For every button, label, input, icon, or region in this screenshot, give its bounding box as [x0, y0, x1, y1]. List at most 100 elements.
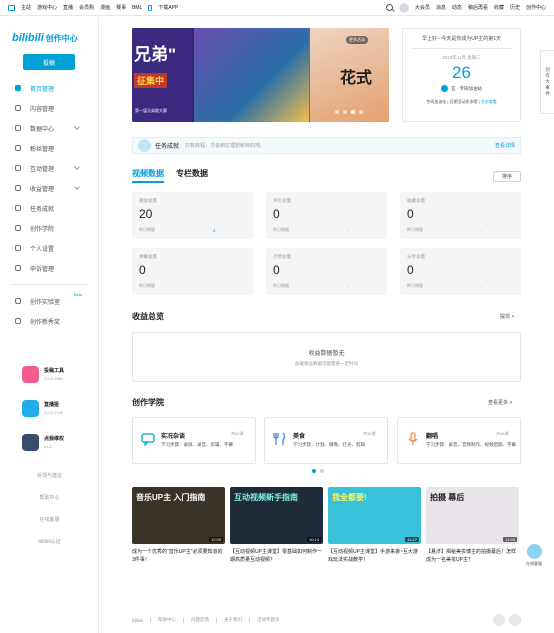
video-title[interactable]: 【互动视频UP主课堂】手游来袭~互大游戏玩法实战教学！ [328, 548, 421, 564]
sidebar-item-newcomer[interactable]: 创作新秀奖 [0, 311, 99, 331]
nav-shop[interactable]: 会员购 [79, 4, 94, 11]
nav-creator-center[interactable]: 创作中心 [526, 4, 546, 11]
feedback-link[interactable]: 反馈与建议 [0, 464, 99, 486]
weibo-icon[interactable] [493, 614, 505, 626]
nav-game-center[interactable]: 游戏中心 [37, 4, 57, 11]
banner-more-button[interactable]: 更多活动 [346, 36, 368, 44]
app-upload-tool[interactable]: 投稿工具 2.0.0.1054 [0, 357, 99, 391]
nav-bml[interactable]: BML [132, 5, 142, 11]
banner-dot[interactable] [343, 110, 347, 114]
nav-favorites[interactable]: 收藏 [494, 4, 504, 11]
stat-label: 点赞总量 [273, 254, 291, 259]
video-card[interactable]: 拍摄 幕后 11:58 【悬济】揭秘美妆博主的拍摄幕后！怎样成为一名美妆UP主？ [426, 487, 519, 564]
video-card[interactable]: 互动视频新手指南 10:14 【互动视频UP主课堂】零基础如何制作一期高质量互动… [230, 487, 323, 564]
achievement-link[interactable]: 查看详情 [495, 142, 515, 149]
nav-watch-later[interactable]: 稿后再看 [468, 4, 488, 11]
footer-link[interactable]: bilibili [132, 618, 143, 623]
banner-caption: 第一届兄弟剧大赛 [135, 108, 167, 113]
course-card[interactable]: 美食 共58课 学习步骤：计划、摄像、灯光、剪辑 [264, 417, 388, 464]
sidebar-item-academy[interactable]: 创作学院 [0, 218, 99, 238]
video-title[interactable]: 成为一个优秀的"音乐UP主"必须要知道的3件事！ [132, 548, 225, 564]
sidebar-item-settings[interactable]: 个人设置 [0, 238, 99, 258]
sidebar-item-lab[interactable]: 创作实验室 Beta [0, 291, 99, 311]
video-thumbnail[interactable]: 拍摄 幕后 11:58 [426, 487, 519, 544]
stat-delta: - [213, 284, 215, 289]
activity-banner[interactable]: 兄弟" 征集中 第一届兄弟剧大赛 花式 更多活动 [132, 28, 389, 122]
video-title[interactable]: 【互动视频UP主课堂】零基础如何制作一期高质量互动视频？ [230, 548, 323, 564]
footer-link[interactable]: 问题反馈 [191, 617, 209, 623]
user-avatar[interactable] [398, 2, 409, 13]
stat-yesterday: 昨日增量 [273, 227, 289, 232]
footer-link[interactable]: 帮助中心 [158, 617, 176, 623]
video-thumbnail[interactable]: 我全都要! 11:27 [328, 487, 421, 544]
app-list: 投稿工具 2.0.0.1054 直播姬 2.0.0.2149 点我维权 v1.0 [0, 357, 99, 459]
banner-dot-active[interactable] [351, 110, 355, 114]
academy-dot[interactable] [320, 469, 324, 473]
video-thumbnail[interactable]: 互动视频新手指南 10:14 [230, 487, 323, 544]
award-icon [15, 318, 21, 324]
online-service-link[interactable]: 在线客服 [0, 508, 99, 530]
income-withdraw-link[interactable]: 提现 > [500, 313, 514, 320]
sidebar-item-tasks[interactable]: 任务成就 [0, 198, 99, 218]
nav-dynamics[interactable]: 动态 [452, 4, 462, 11]
income-empty-text: 收益数据暂无 [308, 351, 345, 357]
certification-link[interactable]: bilibili认证 [0, 530, 99, 552]
content-icon [15, 105, 21, 111]
upload-button[interactable]: 投稿 [23, 54, 75, 70]
app-copyright[interactable]: 点我维权 v1.0 [0, 425, 99, 459]
sidebar-item-interaction[interactable]: 互动管理 [0, 158, 99, 178]
course-card[interactable]: 翻唱 共65课 学习步骤：录音、音频制作、视频后期、字幕 [397, 417, 521, 464]
floating-customer-service[interactable]: 在线客服 [521, 544, 547, 567]
stat-delta: - [481, 228, 483, 233]
nav-vip[interactable]: 大会员 [415, 4, 430, 11]
stat-value: 0 [139, 263, 146, 277]
data-icon [15, 125, 21, 131]
nav-history[interactable]: 历史 [510, 4, 520, 11]
sidebar-item-content[interactable]: 内容管理 [0, 98, 99, 118]
search-icon[interactable] [385, 4, 393, 11]
sidebar-item-income[interactable]: 收益管理 [0, 178, 99, 198]
video-card[interactable]: 我全都要! 11:27 【互动视频UP主课堂】手游来袭~互大游戏玩法实战教学！ [328, 487, 421, 564]
footer-link[interactable]: 活动专题页 [257, 617, 280, 623]
sidebar-item-fans[interactable]: 粉丝管理 [0, 138, 99, 158]
course-card[interactable]: 实况杂谈 共63课 学习步骤：录屏、录音、剪辑、字幕 [132, 417, 256, 464]
footer-link[interactable]: 关于我们 [224, 617, 242, 623]
sidebar-item-label: 任务成就 [30, 206, 55, 213]
video-title[interactable]: 【悬济】揭秘美妆博主的拍摄幕后！怎样成为一名美妆UP主？ [426, 548, 519, 564]
academy-more-link[interactable]: 查看更多 > [488, 399, 512, 406]
thumbnail-text: 拍摄 幕后 [430, 493, 465, 502]
income-icon [15, 185, 21, 191]
banner-dot[interactable] [335, 110, 339, 114]
help-link[interactable]: 帮助中心 [0, 486, 99, 508]
academy-dot-active[interactable] [312, 469, 316, 473]
wechat-icon[interactable] [509, 614, 521, 626]
nav-download-app[interactable]: 下载APP [158, 4, 178, 11]
top-nav-left: 主站 游戏中心 直播 会员购 漫画 赛事 BML 下载APP [8, 4, 178, 11]
sidebar-item-data[interactable]: 数据中心 [0, 118, 99, 138]
nav-manga[interactable]: 漫画 [100, 4, 110, 11]
nav-main-site[interactable]: 主站 [21, 4, 31, 11]
nav-messages[interactable]: 消息 [436, 4, 446, 11]
banner-dot[interactable] [359, 110, 363, 114]
stat-card-shares: 分享总量 0 昨日增量 - [400, 248, 521, 295]
tab-article-data[interactable]: 专栏数据 [176, 168, 208, 179]
video-card[interactable]: 音乐UP主 入门指南 12:09 成为一个优秀的"音乐UP主"必须要知道的3件事… [132, 487, 225, 564]
tip-link[interactable]: 点击查看 [481, 99, 497, 104]
video-thumbnail[interactable]: 音乐UP主 入门指南 12:09 [132, 487, 225, 544]
income-title: 收益总览 [132, 312, 164, 321]
sidebar-item-label: 首页管理 [30, 86, 55, 93]
sidebar-item-appeal[interactable]: 申诉管理 [0, 258, 99, 278]
tab-video-data[interactable]: 视频数据 [132, 168, 164, 183]
stat-label: 弹幕总量 [139, 254, 157, 259]
lab-icon [15, 298, 21, 304]
creator-events-tab[interactable]: 创 作 大 事 件 [540, 50, 554, 114]
app-name: 投稿工具 [44, 368, 65, 374]
sort-button[interactable]: 排序 [493, 171, 521, 182]
nav-esports[interactable]: 赛事 [116, 4, 126, 11]
nav-live[interactable]: 直播 [63, 4, 73, 11]
video-duration: 11:27 [405, 537, 419, 542]
sidebar-item-home[interactable]: 首页管理 [0, 78, 99, 98]
almanac-icon [441, 85, 448, 92]
app-live-tool[interactable]: 直播姬 2.0.0.2149 [0, 391, 99, 425]
logo[interactable]: bilibili 创作中心 [12, 32, 78, 44]
